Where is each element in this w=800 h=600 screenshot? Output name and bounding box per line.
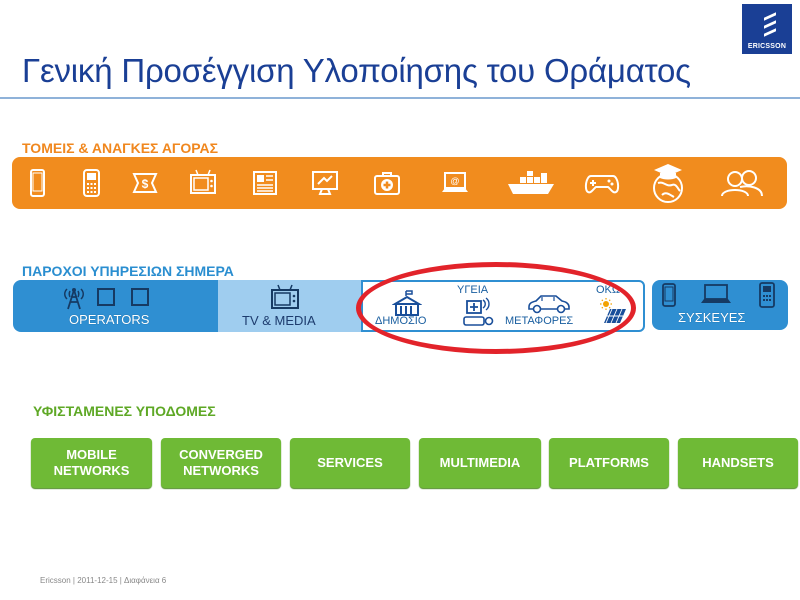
devices-segment: ΣΥΣΚΕΥΕΣ — [652, 280, 788, 330]
converged-networks-button[interactable]: CONVERGED NETWORKS — [161, 438, 281, 488]
button-line: MOBILE — [66, 447, 117, 462]
smartphone-icon — [22, 168, 52, 198]
services-button[interactable]: SERVICES — [290, 438, 410, 488]
operators-segment: OPERATORS — [13, 280, 218, 332]
logo-text: ERICSSON — [747, 43, 787, 50]
title-divider — [0, 97, 800, 99]
television-icon — [188, 168, 218, 198]
television-icon — [270, 284, 300, 315]
ericsson-logo-icon — [762, 12, 776, 38]
svg-text:$: $ — [142, 177, 149, 191]
square-icon — [131, 288, 149, 306]
laptop-icon — [700, 283, 732, 310]
gamepad-icon — [584, 168, 620, 198]
square-icon — [97, 288, 115, 306]
highlight-ellipse — [356, 262, 636, 354]
svg-text:@: @ — [450, 176, 459, 186]
providers-heading: ΠΑΡΟΧΟΙ ΥΠΗΡΕΣΙΩΝ ΣΗΜΕΡΑ — [22, 263, 234, 279]
markets-band: $ @ — [12, 157, 787, 209]
button-line: SERVICES — [317, 455, 383, 470]
button-line: HANDSETS — [702, 455, 774, 470]
button-line: PLATFORMS — [569, 455, 649, 470]
button-line: NETWORKS — [183, 463, 259, 478]
mobile-phone-icon — [76, 168, 106, 198]
mobile-networks-button[interactable]: MOBILE NETWORKS — [31, 438, 152, 488]
multimedia-button[interactable]: MULTIMEDIA — [419, 438, 541, 488]
handsets-button[interactable]: HANDSETS — [678, 438, 798, 488]
page-title: Γενική Προσέγγιση Υλοποίησης του Οράματο… — [22, 52, 691, 89]
button-line: MULTIMEDIA — [439, 455, 521, 470]
antenna-tower-icon — [61, 284, 87, 315]
graduation-globe-icon — [648, 161, 688, 205]
money-icon: $ — [130, 168, 160, 198]
smartphone-icon — [661, 283, 677, 312]
operators-label: OPERATORS — [69, 312, 150, 327]
newspaper-icon — [250, 168, 280, 198]
platforms-button[interactable]: PLATFORMS — [549, 438, 669, 488]
first-aid-kit-icon — [372, 168, 402, 198]
markets-heading: ΤΟΜΕΙΣ & ΑΝΑΓΚΕΣ ΑΓΟΡΑΣ — [22, 140, 219, 156]
people-icon — [718, 168, 766, 198]
button-line: CONVERGED — [179, 447, 263, 462]
footer-text: Ericsson | 2011-12-15 | Διαφάνεια 6 — [40, 576, 167, 585]
devices-label: ΣΥΣΚΕΥΕΣ — [678, 310, 746, 325]
screen-icon — [310, 168, 340, 198]
button-line: NETWORKS — [53, 463, 130, 478]
laptop-icon: @ — [440, 168, 470, 198]
infrastructure-heading: ΥΦΙΣΤΑΜΕΝΕΣ ΥΠΟΔΟΜΕΣ — [33, 403, 216, 419]
cargo-ship-icon — [506, 168, 556, 198]
mobile-phone-icon — [758, 282, 776, 313]
tv-media-segment: TV & MEDIA — [218, 280, 361, 332]
ericsson-logo: ERICSSON — [742, 4, 792, 54]
tv-media-label: TV & MEDIA — [242, 313, 316, 328]
